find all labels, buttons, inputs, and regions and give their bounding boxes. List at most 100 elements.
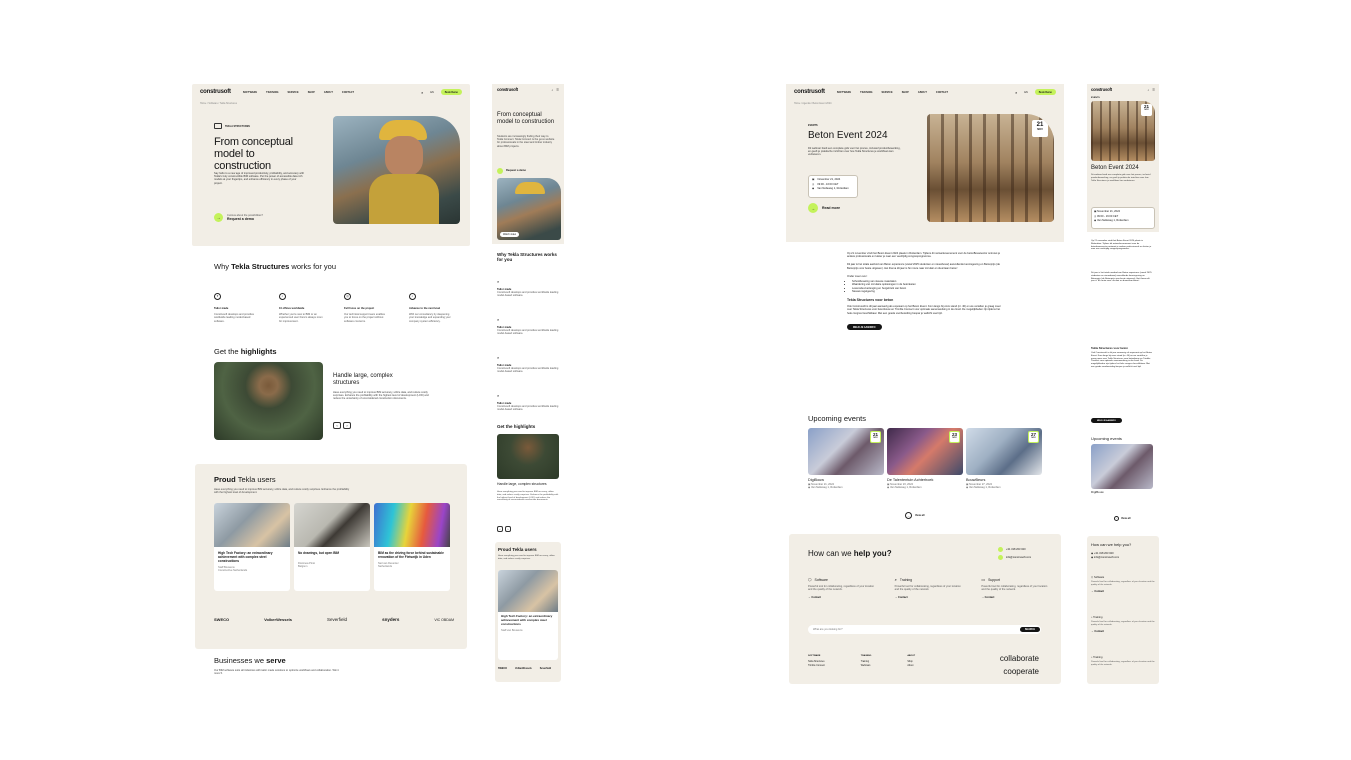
client-logo: VolkerWessels [264, 617, 293, 622]
upcoming-heading: Upcoming events [1091, 436, 1122, 441]
prev-arrow-icon[interactable]: ‹ [333, 422, 341, 429]
nav-item[interactable]: SERVICE [288, 91, 299, 94]
nav-item[interactable]: ABOUT [324, 91, 333, 94]
contact-link[interactable]: → Contact [981, 596, 1048, 599]
logo[interactable]: construsoft [200, 89, 231, 95]
help-option: ▭ Support Powerful tool for collaborating… [981, 577, 1048, 600]
feature-item: ⌕ Advance to the next level With our con… [409, 292, 451, 323]
feature-item: ⌕ Tailor made Construsoft develops and pro… [497, 355, 559, 374]
event-card[interactable]: 23 NOV De Talententuin Achterhoek ▣ Novem… [887, 428, 963, 489]
highlight-text: Have everything you need to improve BIM … [333, 391, 429, 401]
nav-item[interactable]: SOFTWARE [243, 91, 257, 94]
menu-icon[interactable]: ☰ [1152, 88, 1155, 92]
proud-text: Have everything you need to improve BIM … [214, 488, 350, 495]
language-select[interactable]: EN [1024, 91, 1027, 94]
next-arrow-icon[interactable]: › [343, 422, 351, 429]
request-demo-cta[interactable]: → Curious about the possibilities? Reque… [214, 213, 263, 222]
nav-item[interactable]: CONTACT [342, 91, 354, 94]
nav-item[interactable]: ABOUT [918, 91, 927, 94]
event-card[interactable]: DigiBouw [1091, 444, 1153, 495]
nav-item[interactable]: SOFTWARE [837, 91, 851, 94]
mobile-nav: construsoft ⌕ ☰ [497, 87, 559, 92]
artboard-event-mobile: construsoft ⌕ ☰ EVENTS 21 NOV Beton Event… [1087, 84, 1159, 684]
top-nav: construsoft SOFTWARE TRAINING SERVICE SH… [786, 84, 1064, 100]
hero-photo-worker [333, 116, 460, 224]
prev-arrow-icon[interactable]: ‹ [497, 526, 503, 532]
case-card[interactable]: High Tech Factory: an extraordinary achi… [498, 570, 558, 660]
contact-link[interactable]: → Contact [1091, 630, 1155, 633]
search-icon: ⌕ [894, 577, 897, 582]
register-button[interactable]: MELD JE AAN/INFO [847, 324, 882, 331]
mobile-event-photo: 21 NOV [1091, 101, 1155, 161]
register-button[interactable]: MELD JE AAN/INFO [1091, 418, 1122, 424]
view-all-link[interactable]: → View all [1114, 516, 1130, 521]
contact-link[interactable]: → Contact [808, 596, 875, 599]
event-title: Beton Event 2024 [808, 130, 888, 141]
case-card[interactable]: BIM as the driving force behind sustaina… [374, 503, 450, 591]
mobile-intro: Students are increasingly finding their … [497, 135, 555, 148]
hero-intro: Say hello to a new age of improved produ… [214, 172, 305, 185]
businesses-text: Our BIM software suits all industries wi… [214, 669, 339, 676]
why-section: Why Tekla Structures works for you ✦ Tai… [214, 262, 454, 323]
feature-item: ⌕ Tailor made Construsoft develops and pro… [497, 279, 559, 298]
book-demo-button[interactable]: Book Demo [1034, 88, 1056, 96]
nav-item[interactable]: CONTACT [936, 91, 948, 94]
event-title: Beton Event 2024 [1091, 165, 1139, 171]
calendar-icon: ▣ [812, 178, 815, 181]
logo[interactable]: construsoft [794, 89, 825, 95]
carousel-controls: ‹ › [333, 422, 351, 429]
nav-item[interactable]: TRAINING [266, 91, 278, 94]
feature-item: ⌕ 10 offices worldwide Whether you're ne… [279, 292, 323, 323]
nav-item[interactable]: SERVICE [882, 91, 893, 94]
mobile-client-logos: SWECO VolkerWessels Severfield [498, 667, 552, 670]
mobile-nav: construsoft ⌕ ☰ [1091, 87, 1155, 92]
businesses-section: Businesses we serve Our BIM software sui… [214, 656, 454, 675]
book-demo-button[interactable]: Book Demo [440, 88, 462, 96]
event-card[interactable]: 21 NOV DigiBouw ▣ November 21, 2024 ◉ Van… [808, 428, 884, 489]
next-arrow-icon[interactable]: › [505, 526, 511, 532]
nav-item[interactable]: SHOP [308, 91, 315, 94]
highlights-section: Get the highlights Handle large, complex… [214, 347, 454, 440]
help-option: ⌕ Training Powerful tool for collaboratin… [894, 577, 962, 600]
view-all-link[interactable]: → View all [905, 512, 924, 519]
hero-section: construsoft SOFTWARE TRAINING SERVICE SH… [192, 84, 470, 246]
search-input[interactable] [813, 628, 993, 631]
highlights-heading: Get the highlights [214, 347, 277, 356]
read-more-link[interactable]: → Read more [808, 203, 840, 213]
footer-columns: SOFTWARE Tekla Structures Trimble Connect … [808, 655, 916, 667]
search-button[interactable]: SEARCH [1019, 626, 1040, 633]
footer-tagline: collaborate cooperate [999, 654, 1039, 676]
arrow-icon: → [905, 512, 912, 519]
contact-info: ◉ +31 318 203 020 ◉ info@construsoft.com [1091, 552, 1120, 560]
why-heading: Why Tekla Structures works for you [214, 262, 336, 271]
watch-video-button[interactable]: Watch video [500, 232, 520, 237]
feature-item: ⌕ Tailor made Construsoft develops and pro… [497, 317, 559, 336]
logo[interactable]: construsoft [1091, 87, 1112, 92]
logo[interactable]: construsoft [497, 87, 518, 92]
event-card[interactable]: 27 NOV BouwBeurs ▣ November 27, 2024 ◉ Va… [966, 428, 1042, 489]
businesses-heading: Businesses we serve [214, 656, 286, 665]
mobile-request-demo[interactable]: Request a demo [497, 168, 526, 174]
menu-icon[interactable]: ☰ [556, 88, 559, 92]
nav-item[interactable]: SHOP [902, 91, 909, 94]
proud-users-section: Proud Tekla users Have everything you ne… [195, 464, 467, 649]
mobile-title: From conceptual model to construction [497, 112, 555, 125]
search-icon: ⌕ [279, 292, 286, 300]
contact-link[interactable]: → Contact [1091, 590, 1155, 593]
event-date-badge: 21 NOV [1141, 104, 1152, 116]
nav-item[interactable]: TRAINING [860, 91, 872, 94]
nav-links: SOFTWARE TRAINING SERVICE SHOP ABOUT CON… [243, 91, 354, 94]
search-icon[interactable]: ⌕ [1148, 88, 1150, 92]
highlight-title: Handle large, complex structures [333, 373, 393, 386]
search-icon[interactable]: ⌕ [1015, 90, 1017, 95]
mobile-carousel-controls: ‹ › [497, 526, 511, 532]
case-card[interactable]: No drawings, but open BIM Dorsinea Pinto… [294, 503, 370, 591]
search-icon: ⌕ [497, 393, 500, 398]
help-option: ⌕ Training Powerful tool for collaborati… [1091, 656, 1155, 666]
language-select[interactable]: EN [430, 91, 433, 94]
contact-link[interactable]: → Contact [895, 596, 962, 599]
search-icon[interactable]: ⌕ [552, 88, 554, 92]
search-icon[interactable]: ⌕ [421, 90, 423, 95]
case-card[interactable]: High Tech Factory: an extraordinary achi… [214, 503, 290, 591]
arrow-icon [497, 168, 503, 174]
